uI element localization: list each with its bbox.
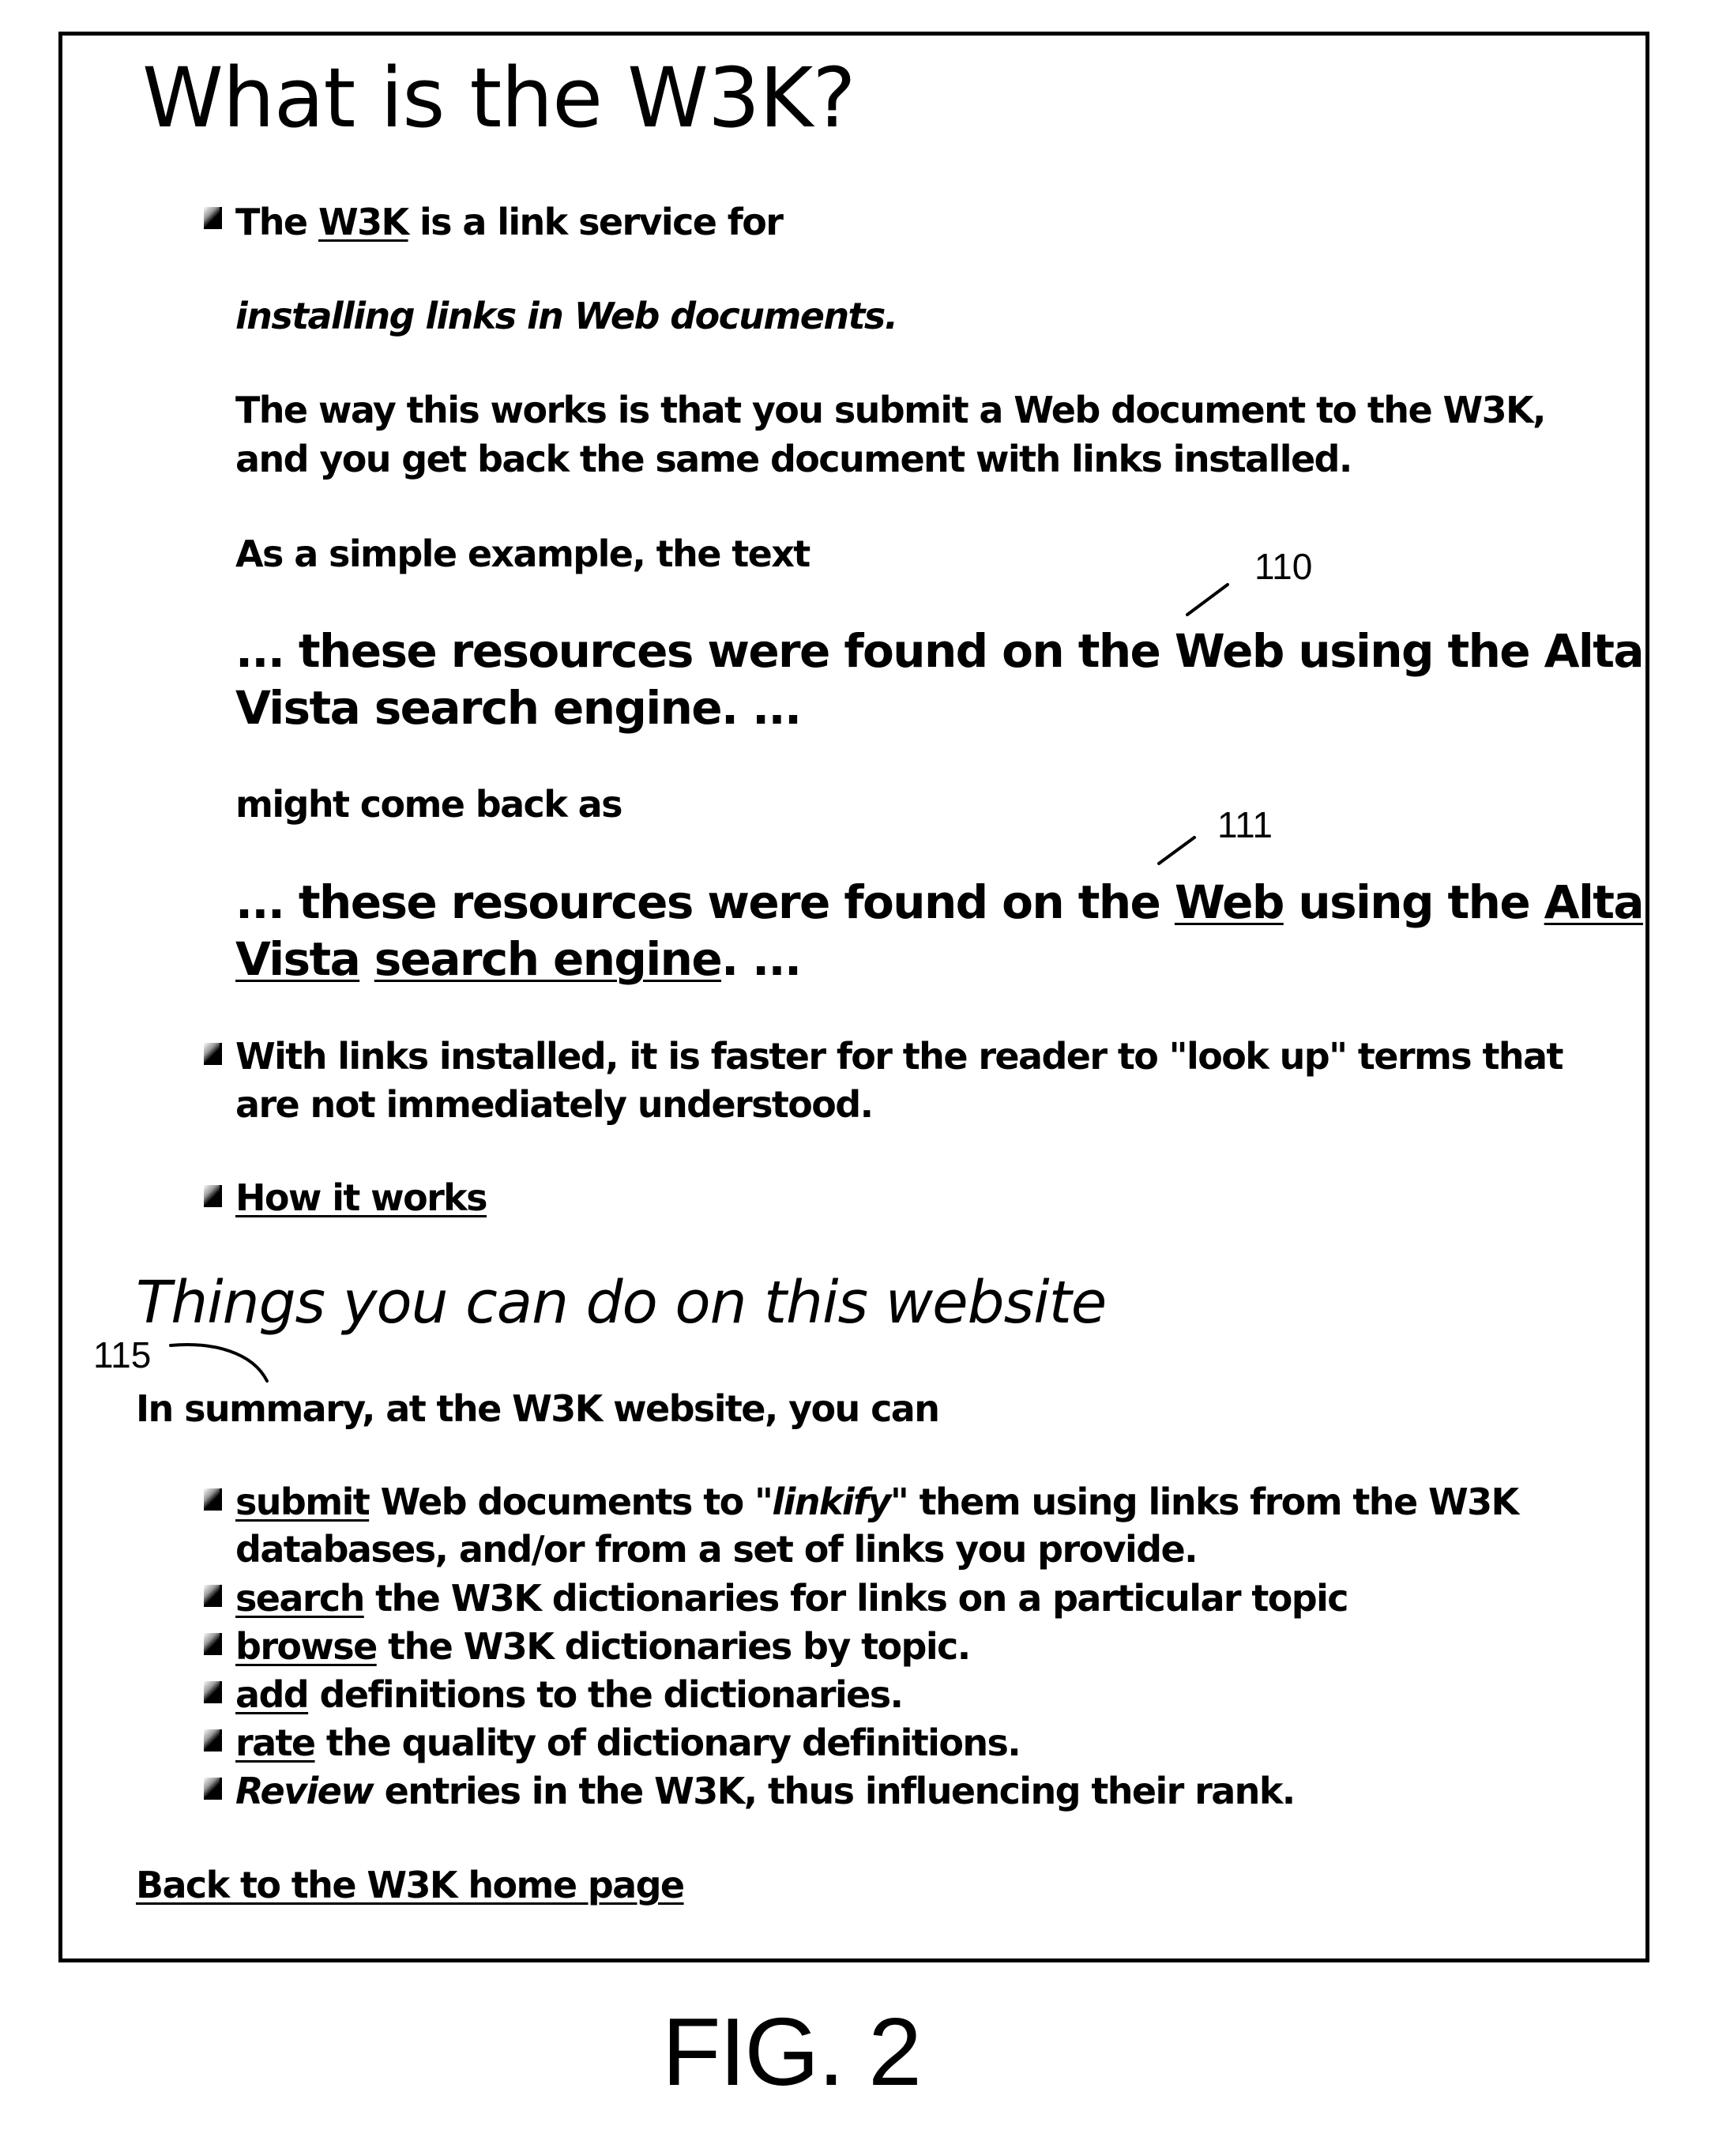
- ref-115: 115: [93, 1334, 152, 1375]
- list-item-search: search the W3K dictionaries for links on…: [235, 1580, 1349, 1616]
- bullet-icon: [204, 1778, 222, 1800]
- bullet2-line-1: With links installed, it is faster for t…: [235, 1035, 1563, 1078]
- item-text: the quality of dictionary definitions.: [314, 1721, 1021, 1764]
- bullet-icon: [204, 1185, 222, 1207]
- bullet2-line-2: are not immediately understood.: [235, 1083, 874, 1126]
- example-linked-line-2: Vista search engine. ...: [235, 936, 802, 982]
- example-linked-line-1: ... these resources were found on the We…: [235, 879, 1644, 925]
- browse-link[interactable]: browse: [235, 1625, 378, 1668]
- intro-line: The W3K is a link service for: [235, 201, 784, 243]
- alta-vista-link[interactable]: Alta: [1544, 875, 1645, 929]
- w3k-link[interactable]: W3K: [318, 201, 409, 243]
- figure-label: FIG. 2: [662, 1998, 922, 2105]
- how-it-works-link[interactable]: How it works: [235, 1180, 488, 1216]
- item-text: them using links from the W3K: [908, 1481, 1520, 1523]
- intro-prefix: The: [235, 201, 318, 243]
- list-item-add: add definitions to the dictionaries.: [235, 1673, 905, 1716]
- back-home-link[interactable]: Back to the W3K home page: [136, 1867, 685, 1903]
- example-linked-text: using the: [1283, 875, 1544, 929]
- summary-text: In summary, at the W3K website, you can: [136, 1387, 940, 1430]
- list-item-review: Review entries in the W3K, thus influenc…: [235, 1770, 1296, 1812]
- bullet-icon: [204, 1681, 222, 1703]
- example-linked-text: ... these resources were found on the: [235, 875, 1175, 929]
- alta-vista-link-cont[interactable]: Vista: [235, 932, 361, 986]
- ref-110: 110: [1254, 546, 1313, 587]
- intro-middle: is a: [408, 201, 498, 243]
- intro-suffix: for: [716, 201, 784, 243]
- example-intro: As a simple example, the text: [235, 532, 810, 575]
- ref-111: 111: [1217, 804, 1273, 845]
- bullet-icon: [204, 207, 222, 229]
- bullet-icon: [204, 1633, 222, 1655]
- bullet-icon: [204, 1488, 222, 1511]
- bullet-icon: [204, 1585, 222, 1607]
- web-link[interactable]: Web: [1175, 875, 1285, 929]
- example-mid: might come back as: [235, 783, 622, 826]
- example-plain-line-2: Vista search engine. ...: [235, 681, 802, 735]
- review-text: Review: [235, 1770, 374, 1812]
- example-plain-line-1: ... these resources were found on the We…: [235, 624, 1644, 678]
- bullet-icon: [204, 1729, 222, 1752]
- list-item-rate: rate the quality of dictionary definitio…: [235, 1725, 1021, 1761]
- item-text: entries in the W3K, thus influencing the…: [373, 1770, 1296, 1812]
- linkify-text: "linkify": [754, 1481, 909, 1523]
- list-item-submit-line2: databases, and/or from a set of links yo…: [235, 1528, 1198, 1571]
- submit-link[interactable]: submit: [235, 1481, 370, 1523]
- bullet-icon: [204, 1043, 222, 1065]
- link-service-text: link service: [497, 201, 717, 243]
- paragraph-line-2: and you get back the same document with …: [235, 438, 1352, 480]
- list-item-submit: submit Web documents to "linkify" them u…: [235, 1481, 1520, 1523]
- example-linked-end: . ...: [721, 932, 802, 986]
- item-text: the W3K dictionaries by topic.: [376, 1625, 971, 1668]
- add-link[interactable]: add: [235, 1673, 310, 1716]
- search-link[interactable]: search: [235, 1577, 365, 1620]
- page-title: What is the W3K?: [142, 50, 856, 146]
- item-text: the W3K dictionaries for links on a part…: [363, 1577, 1348, 1620]
- search-engine-link[interactable]: search engine: [374, 932, 723, 986]
- paragraph-line-1: The way this works is that you submit a …: [235, 389, 1547, 431]
- rate-link[interactable]: rate: [235, 1721, 316, 1764]
- tagline: installing links in Web documents.: [235, 295, 898, 337]
- list-item-browse: browse the W3K dictionaries by topic.: [235, 1625, 971, 1668]
- section-heading: Things you can do on this website: [136, 1269, 1107, 1337]
- item-text: definitions to the dictionaries.: [308, 1673, 905, 1716]
- item-text: Web documents to: [369, 1481, 755, 1523]
